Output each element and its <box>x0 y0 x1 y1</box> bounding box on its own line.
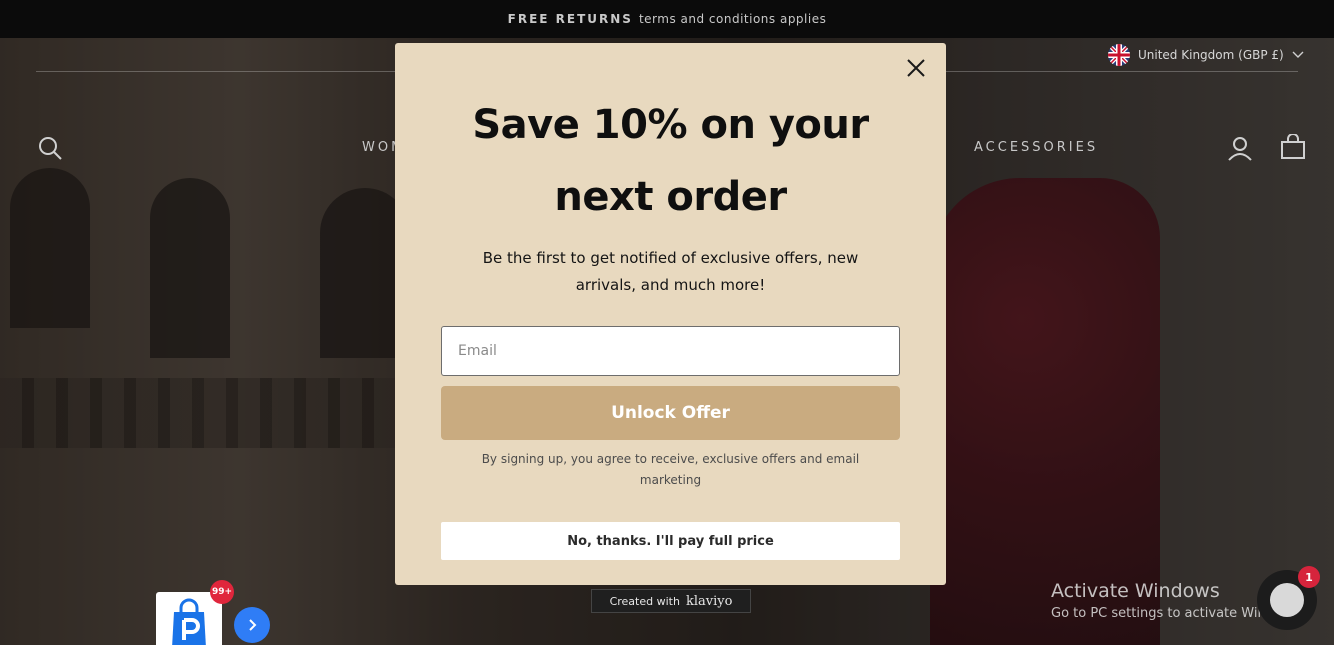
expand-button[interactable] <box>234 607 270 643</box>
popup-headline: Save 10% on your next order <box>395 89 946 233</box>
locale-selector[interactable]: United Kingdom (GBP £) <box>1108 43 1304 67</box>
legal-text: By signing up, you agree to receive, exc… <box>481 452 860 487</box>
announcement-text: terms and conditions applies <box>638 12 827 26</box>
notification-badge: 99+ <box>210 580 234 604</box>
search-icon[interactable] <box>38 136 64 162</box>
klaviyo-badge[interactable]: Created with klaviyo <box>591 589 751 613</box>
chat-badge: 1 <box>1298 566 1320 588</box>
popup-subtext: Be the first to get notified of exclusiv… <box>482 249 859 294</box>
headline-line-2: next order <box>554 174 787 220</box>
uk-flag-icon <box>1108 44 1130 66</box>
email-field[interactable] <box>441 326 900 376</box>
signup-popup: Save 10% on your next order Be the first… <box>395 43 946 585</box>
close-icon[interactable] <box>905 57 927 79</box>
decline-button[interactable]: No, thanks. I'll pay full price <box>441 522 900 560</box>
unlock-offer-button[interactable]: Unlock Offer <box>441 386 900 440</box>
chevron-down-icon <box>1292 51 1304 58</box>
nav-item-accessories[interactable]: ACCESSORIES <box>974 140 1098 155</box>
klaviyo-logo: klaviyo <box>685 593 733 609</box>
announcement-strong: FREE RETURNS <box>507 12 633 26</box>
account-icon[interactable] <box>1227 136 1253 162</box>
chevron-right-icon <box>249 619 257 631</box>
headline-line-1: Save 10% on your <box>472 102 869 148</box>
cart-icon[interactable] <box>1280 134 1306 160</box>
announcement-bar: FREE RETURNS terms and conditions applie… <box>0 0 1334 38</box>
klaviyo-prefix: Created with <box>609 594 680 608</box>
locale-label: United Kingdom (GBP £) <box>1138 48 1284 62</box>
chat-icon <box>1270 583 1304 617</box>
